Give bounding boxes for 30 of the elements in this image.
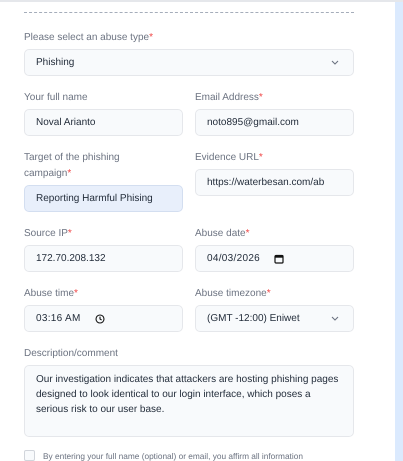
- text-field[interactable]: 172.70.208.132: [24, 245, 183, 272]
- description-field[interactable]: Our investigation indicates that attackers are hosting phishing pages designed to look identical to our login interface, which poses a serious risk to our user base.: [24, 365, 354, 437]
- date-value: 04/03/2026: [207, 253, 260, 264]
- chevron-down-icon: [331, 316, 339, 321]
- time-field[interactable]: 03:16 AM: [24, 305, 183, 332]
- text-field[interactable]: https://waterbesan.com/ab: [195, 169, 354, 196]
- text-field[interactable]: Noval Arianto: [24, 109, 183, 136]
- dropdown[interactable]: Phishing: [24, 49, 354, 76]
- field-label: Description/comment: [24, 347, 119, 361]
- date-field[interactable]: 04/03/2026: [195, 245, 354, 272]
- consent-text: By entering your full name (optional) or email, you affirm all information: [43, 450, 303, 460]
- field-label: Source IP*: [24, 227, 73, 241]
- field-label: Please select an abuse type*: [24, 31, 154, 45]
- text-field[interactable]: noto895@gmail.com: [195, 109, 354, 136]
- clock-icon: [94, 314, 105, 324]
- field-label: Evidence URL*: [195, 151, 264, 165]
- text-field[interactable]: Reporting Harmful Phising: [24, 185, 183, 212]
- field-label: Email Address*: [195, 91, 264, 105]
- field-label: Your full name: [24, 91, 89, 105]
- field-label: Target of the phishing campaign*: [24, 151, 121, 181]
- dropdown-value: (GMT -12:00) Eniwet: [207, 313, 300, 324]
- field-label: Abuse date*: [195, 227, 251, 241]
- time-value: 03:16 AM: [36, 313, 81, 324]
- field-label: Abuse timezone*: [195, 287, 272, 301]
- chevron-down-icon: [331, 60, 339, 65]
- dropdown-value: Phishing: [36, 57, 74, 68]
- dropdown[interactable]: (GMT -12:00) Eniwet: [195, 305, 354, 332]
- checkbox[interactable]: [24, 450, 35, 461]
- calendar-icon: [274, 254, 284, 264]
- field-label: Abuse time*: [24, 287, 79, 301]
